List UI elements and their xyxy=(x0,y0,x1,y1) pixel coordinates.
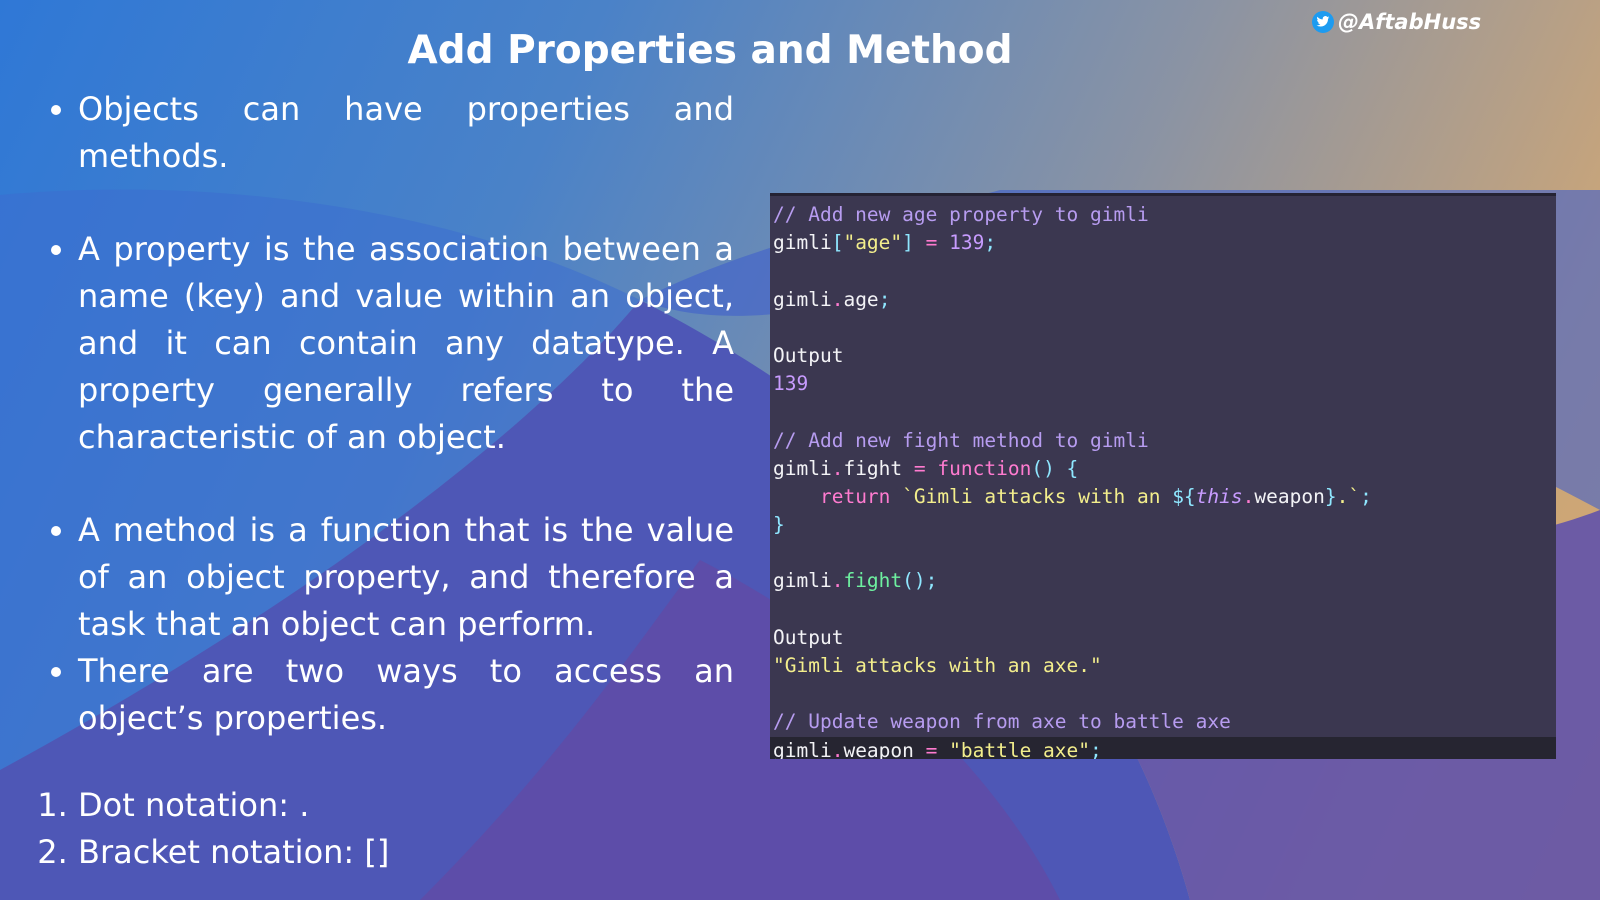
code-line[interactable] xyxy=(770,539,1556,567)
code-token: fight xyxy=(843,456,914,480)
code-line[interactable]: } xyxy=(770,511,1556,539)
code-line[interactable]: Output xyxy=(770,624,1556,652)
author-handle[interactable]: @AftabHuss xyxy=(1312,10,1481,34)
bullet-content: Objects can have properties and methods.… xyxy=(40,86,734,876)
code-token: weapon xyxy=(1254,484,1325,508)
code-token: "battle axe" xyxy=(949,738,1091,759)
code-token: // Add new age property to gimli xyxy=(773,203,1149,226)
code-token: . xyxy=(831,287,844,311)
code-line[interactable]: gimli["age"] = 139; xyxy=(770,229,1556,257)
code-token: // Update weapon from axe to battle axe xyxy=(773,710,1231,734)
code-token: gimli xyxy=(773,287,832,311)
code-token: return xyxy=(819,484,891,508)
code-token: ${ xyxy=(1172,484,1196,508)
twitter-bird-icon xyxy=(1312,11,1334,33)
bullet-item: A method is a function that is the value… xyxy=(78,507,734,648)
code-token: `Gimli attacks with an xyxy=(890,484,1173,508)
bullet-item: There are two ways to access an object’s… xyxy=(78,648,734,742)
code-token: 139 xyxy=(773,372,809,396)
code-editor[interactable]: // Add new age property to gimli gimli["a… xyxy=(770,193,1556,759)
code-token: } xyxy=(773,513,785,537)
code-token: age xyxy=(843,287,879,311)
code-line[interactable]: gimli.weapon = "battle axe"; xyxy=(770,736,1556,759)
bullet-list: Objects can have properties and methods.… xyxy=(40,86,734,742)
code-line[interactable] xyxy=(770,398,1556,426)
code-token: . xyxy=(831,456,844,480)
author-handle-text: @AftabHuss xyxy=(1338,10,1482,34)
code-token: "Gimli attacks with an axe." xyxy=(773,654,1102,677)
code-token: gimli xyxy=(773,231,832,255)
code-token: 139 xyxy=(949,231,985,255)
code-token: fight xyxy=(843,569,903,593)
code-token: = xyxy=(925,738,938,759)
code-line[interactable]: // Add new fight method to gimli xyxy=(770,427,1556,455)
numbered-item: Bracket notation: [] xyxy=(78,829,734,876)
bullet-item: A property is the association between a … xyxy=(78,226,734,461)
code-token: gimli xyxy=(773,456,832,480)
code-token: } xyxy=(1324,484,1337,508)
numbered-item: Dot notation: . xyxy=(78,782,734,829)
code-token: this xyxy=(1195,484,1243,508)
code-token: weapon xyxy=(843,738,926,759)
code-token: "age" xyxy=(843,231,903,255)
code-token: ; xyxy=(984,231,997,255)
code-token: gimli xyxy=(773,738,832,759)
code-token: function xyxy=(937,456,1032,480)
code-line[interactable]: Output xyxy=(770,342,1556,370)
code-line[interactable] xyxy=(770,257,1556,285)
code-line[interactable]: 139 xyxy=(770,370,1556,398)
code-token: [ xyxy=(831,231,844,255)
code-token: (); xyxy=(902,569,938,593)
code-token: // Add new fight method to gimli xyxy=(773,428,1149,452)
code-token: .` xyxy=(1336,484,1361,508)
code-line[interactable]: "Gimli attacks with an axe." xyxy=(770,652,1556,680)
code-line[interactable]: // Add new age property to gimli xyxy=(770,201,1556,229)
slide-title: Add Properties and Method xyxy=(407,28,1013,73)
code-line[interactable]: gimli.fight = function() { xyxy=(770,455,1556,483)
code-token: = xyxy=(925,231,938,255)
code-line[interactable]: gimli.age; xyxy=(770,286,1556,314)
code-token: gimli xyxy=(773,569,832,593)
code-token: . xyxy=(831,569,844,593)
code-token: ; xyxy=(1090,738,1102,759)
code-token: ; xyxy=(878,287,891,311)
code-token: Output xyxy=(773,343,844,367)
code-token: = xyxy=(913,456,926,480)
code-token: ; xyxy=(1360,484,1372,508)
code-token: . xyxy=(831,738,844,759)
code-token: Output xyxy=(773,625,844,649)
bullet-item: Objects can have properties and methods. xyxy=(78,86,734,180)
code-line[interactable]: // Update weapon from axe to battle axe xyxy=(770,708,1556,736)
code-line[interactable] xyxy=(770,680,1556,708)
code-token: . xyxy=(1242,484,1255,508)
code-token: () { xyxy=(1031,456,1079,480)
code-token: ] xyxy=(902,231,926,255)
code-line[interactable]: gimli.fight(); xyxy=(770,567,1556,595)
code-line[interactable] xyxy=(770,596,1556,624)
code-line[interactable] xyxy=(770,314,1556,342)
numbered-list: Dot notation: . Bracket notation: [] xyxy=(40,782,734,876)
code-line[interactable]: return `Gimli attacks with an ${this.wea… xyxy=(770,483,1556,511)
